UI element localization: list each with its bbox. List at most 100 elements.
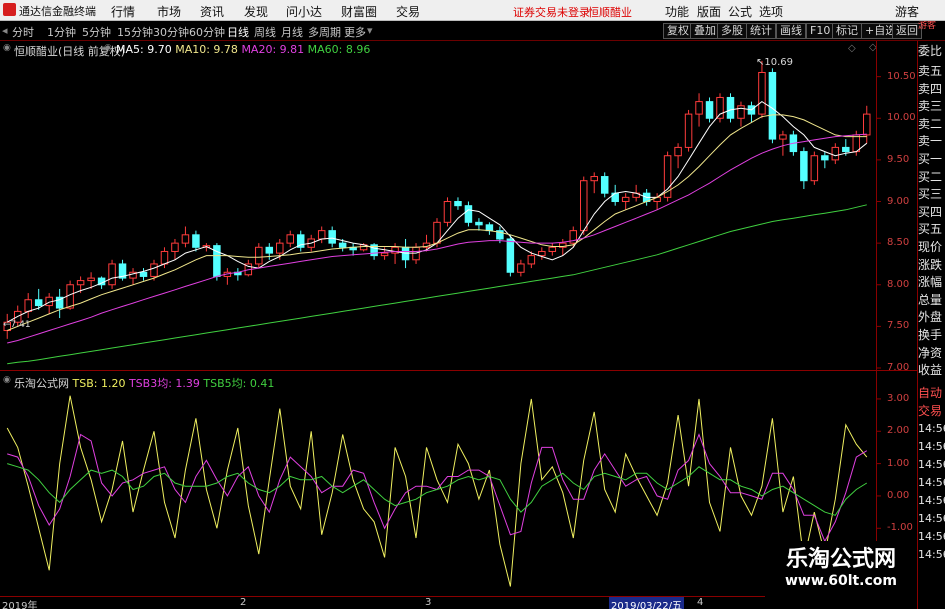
candle [118, 259, 127, 281]
indicator-tick-label: 2.00 [887, 425, 910, 437]
rp-item: 买一 [918, 152, 943, 166]
tsb5-label: TSB5均: 0.41 [203, 377, 275, 390]
candle-body [34, 299, 43, 307]
rp-item[interactable]: 交易 [918, 404, 945, 419]
candle [705, 97, 714, 123]
rp-item: 买五 [918, 222, 943, 237]
candle-body [485, 224, 494, 232]
candle [139, 268, 148, 281]
indicator-tick-label: -1.00 [887, 522, 913, 534]
candle-body [328, 230, 336, 244]
indicator-tick-label: 3.00 [887, 392, 910, 404]
candle-body [831, 146, 840, 161]
candle [108, 259, 116, 289]
candle [716, 93, 724, 123]
candle-body [810, 155, 819, 182]
candle-body [139, 271, 148, 277]
kline-chart[interactable] [0, 0, 945, 609]
rp-guest: 游客 [918, 21, 937, 31]
candle [464, 201, 473, 227]
candle [684, 109, 693, 152]
candle [779, 130, 787, 156]
price-tick-label: 10.00 [887, 112, 916, 124]
candle [863, 105, 871, 144]
candle [600, 172, 609, 198]
candle-body [160, 250, 169, 265]
candle [737, 101, 745, 127]
candle [181, 226, 190, 248]
candle-body [590, 176, 598, 182]
candle-body [255, 246, 263, 265]
sub-chart-layer [6, 395, 881, 587]
rp-item: 卖三 [918, 99, 943, 114]
candle [255, 243, 263, 269]
candle [192, 230, 200, 252]
rp-item: 收益 [918, 363, 943, 378]
candle [810, 151, 819, 185]
candle [674, 143, 682, 169]
candle-body [192, 234, 200, 248]
candle-body [108, 263, 116, 286]
rp-time: 14:56 [918, 440, 945, 453]
rp-time: 14:56 [918, 548, 945, 561]
candle-body [705, 101, 714, 119]
price-tick-label: 7.00 [887, 362, 910, 373]
rp-item: 买二 [918, 169, 943, 184]
candle-body [443, 201, 452, 223]
main-chart-layer [3, 60, 881, 369]
candle [223, 268, 232, 285]
rp-item[interactable]: 自动 [918, 386, 945, 401]
candle-body [684, 113, 693, 148]
candle-body [726, 96, 735, 119]
candle [234, 268, 242, 281]
candle [454, 197, 462, 210]
candle-body [506, 238, 515, 273]
candle [590, 172, 598, 194]
candle [296, 230, 305, 252]
candle-body [527, 255, 536, 265]
candle-body [674, 146, 682, 157]
candle-body [24, 299, 32, 312]
candle-body [695, 101, 703, 115]
candle [244, 259, 253, 277]
candle [747, 101, 756, 123]
candle [621, 193, 630, 210]
candle [768, 68, 777, 144]
ma5-line [6, 100, 868, 323]
candle-body [286, 234, 295, 244]
candle [726, 93, 735, 123]
candle-body [716, 96, 724, 119]
candle [475, 218, 483, 231]
candle-body [265, 246, 274, 254]
candle-body [821, 155, 829, 161]
sub-collapse-icon[interactable]: ◉ [3, 375, 11, 385]
candle [758, 60, 766, 119]
rp-item: 卖一 [918, 134, 943, 149]
price-tick-label: 8.50 [887, 237, 910, 249]
candle-body [852, 134, 861, 153]
candle-body [76, 280, 85, 286]
rp-item: 卖五 [918, 64, 943, 78]
candle [517, 259, 525, 277]
candle-body [517, 263, 525, 273]
rp-item: 涨幅 [918, 275, 943, 290]
candle-body [317, 230, 326, 240]
candle-body [842, 146, 850, 153]
watermark: 乐淘公式网 www.60lt.com [765, 541, 917, 609]
rp-item: 现价 [918, 240, 943, 254]
high-price-label: ↖10.69 [756, 57, 794, 68]
candle-body [475, 221, 483, 226]
candle [24, 293, 32, 319]
time-label-year: 2019年 [2, 601, 38, 609]
price-tick-label: 9.00 [887, 195, 910, 207]
candle-body [150, 263, 158, 277]
candle-body [380, 252, 389, 257]
candle-body [758, 71, 766, 115]
candle-body [338, 242, 347, 248]
candle-body [548, 246, 557, 252]
rp-item: 涨跌 [918, 257, 943, 272]
candle [317, 226, 326, 244]
candle [821, 151, 829, 169]
indicator-tick-label: 0.00 [887, 489, 910, 501]
candle [213, 243, 221, 281]
